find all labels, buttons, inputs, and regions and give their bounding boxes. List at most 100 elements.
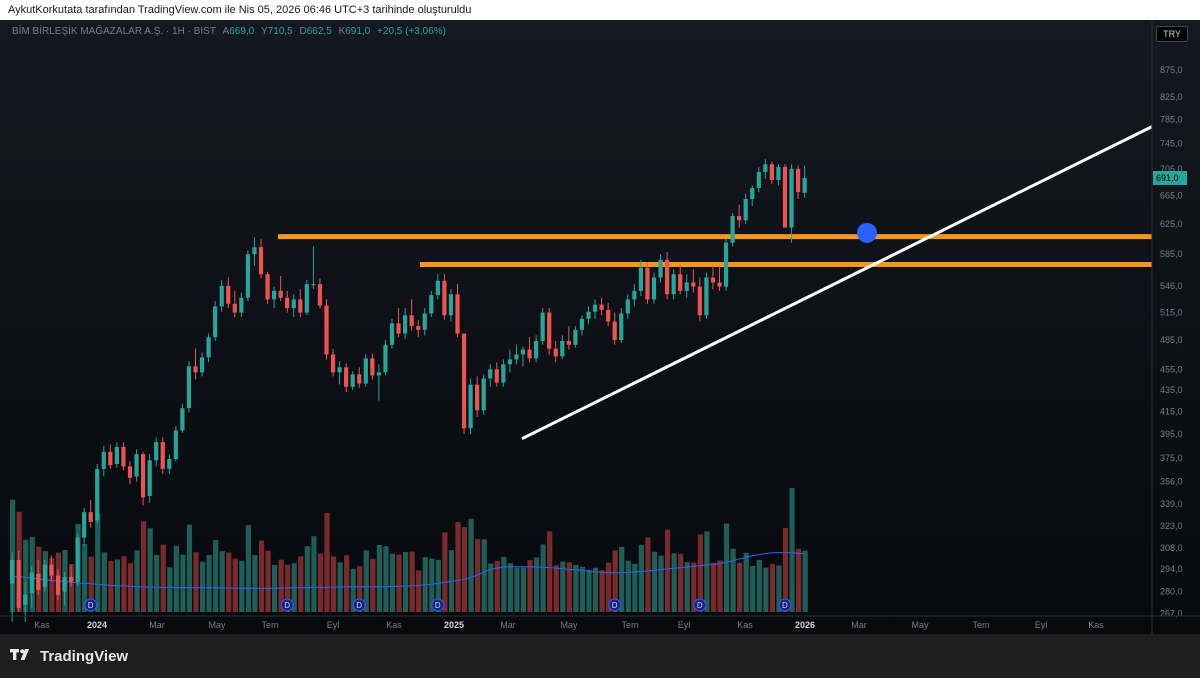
candle-body	[632, 290, 637, 300]
candle-body	[258, 247, 264, 275]
volume-bar	[507, 563, 513, 612]
volume-bar	[160, 544, 166, 612]
candle-body	[193, 366, 198, 373]
candle	[154, 437, 159, 467]
time-axis: Kas 2024 Mar May Tem Eyl Kas 2025 Mar May Tem Eyl Ka…	[0, 615, 1200, 630]
volume-bar	[678, 553, 684, 612]
dividend-marker: D	[280, 598, 294, 612]
candle-body	[448, 294, 454, 316]
price-axis: 875,0825,0785,0745,0705,0665,0625,0585,0…	[1151, 20, 1187, 634]
candle-body	[422, 313, 427, 330]
candle-body	[357, 374, 362, 384]
candle	[475, 376, 480, 417]
price-tick: 745,0	[1160, 139, 1183, 149]
volume-bar	[520, 567, 527, 612]
volume-bar	[173, 545, 179, 612]
candle	[547, 308, 552, 355]
candle	[789, 164, 794, 243]
candle	[455, 284, 460, 338]
candle-body	[520, 349, 526, 355]
candle	[573, 326, 578, 348]
candle-body	[514, 354, 519, 360]
candle-body	[455, 294, 460, 334]
footer-bar: TradingView	[0, 634, 1200, 678]
dividend-letter: D	[356, 601, 362, 610]
dividend-marker: D	[352, 598, 366, 612]
candle-body	[180, 408, 185, 431]
candle	[678, 264, 683, 295]
candle	[304, 279, 309, 316]
candle	[121, 442, 126, 471]
candle-body	[723, 242, 729, 287]
candle-body	[802, 177, 807, 193]
candle	[396, 308, 401, 338]
volume-bar	[154, 554, 160, 612]
candle	[199, 352, 205, 377]
price-tick: 280,0	[1160, 587, 1183, 597]
currency-badge[interactable]: TRY	[1156, 26, 1188, 42]
brand[interactable]: TradingView	[10, 646, 128, 667]
candle	[501, 359, 506, 387]
price-chart[interactable]: DDDDDDD 875,0825,0785,0745,0705,0665,062…	[0, 0, 1200, 634]
candle	[226, 277, 231, 309]
volume-bar	[330, 556, 337, 612]
time-tick: May	[560, 620, 578, 630]
candle-body	[36, 573, 41, 590]
candle-body	[101, 451, 106, 469]
candle-body	[796, 168, 801, 193]
candle-body	[599, 304, 604, 310]
candle	[658, 254, 663, 283]
candle	[776, 164, 781, 186]
candle	[534, 335, 539, 363]
candle	[101, 445, 106, 477]
candle	[632, 284, 637, 307]
candle-body	[304, 284, 309, 313]
low-value: 662,5	[306, 26, 332, 37]
candle-body	[756, 172, 761, 189]
candle	[717, 266, 722, 291]
volume-bar	[101, 552, 107, 612]
candle	[802, 165, 807, 198]
candle-body	[206, 337, 211, 358]
candle-body	[540, 312, 545, 342]
candle-body	[429, 295, 434, 314]
candle	[730, 213, 735, 247]
candle-body	[173, 430, 178, 460]
volume-bar	[199, 561, 206, 612]
candle-body	[730, 215, 735, 243]
volume-bar	[370, 558, 376, 612]
volume-bar	[481, 539, 487, 612]
time-tick: Eyl	[327, 620, 340, 630]
volume-bar	[127, 563, 134, 612]
candle	[763, 159, 768, 179]
candle	[370, 353, 375, 380]
time-tick: Mar	[149, 620, 165, 630]
volume-bar	[95, 513, 101, 612]
volume-bar	[527, 560, 533, 612]
volume-bar	[763, 567, 769, 612]
candle	[239, 292, 244, 318]
volume-bar	[743, 552, 749, 612]
candle	[723, 238, 729, 291]
dividend-letter: D	[435, 601, 441, 610]
volume-bar	[344, 555, 350, 612]
candle-body	[507, 359, 512, 365]
candle-body	[403, 315, 408, 334]
low-label: D	[299, 26, 307, 37]
volume-bar	[389, 553, 396, 612]
price-tick: 308,0	[1160, 543, 1183, 553]
volume-bar	[658, 555, 664, 612]
volume-bar	[625, 560, 631, 612]
candle	[599, 297, 604, 316]
time-tick: 2026	[795, 620, 815, 630]
candle-body	[42, 564, 47, 587]
candle	[108, 444, 113, 469]
candle	[206, 333, 211, 363]
candle	[167, 454, 172, 474]
change-value: +20,5 (+3,06%)	[377, 26, 446, 37]
candle-body	[475, 384, 480, 411]
price-tick: 485,0	[1160, 335, 1183, 345]
candle-body	[370, 358, 375, 376]
candle-body	[645, 267, 650, 300]
candle-body	[665, 259, 670, 295]
